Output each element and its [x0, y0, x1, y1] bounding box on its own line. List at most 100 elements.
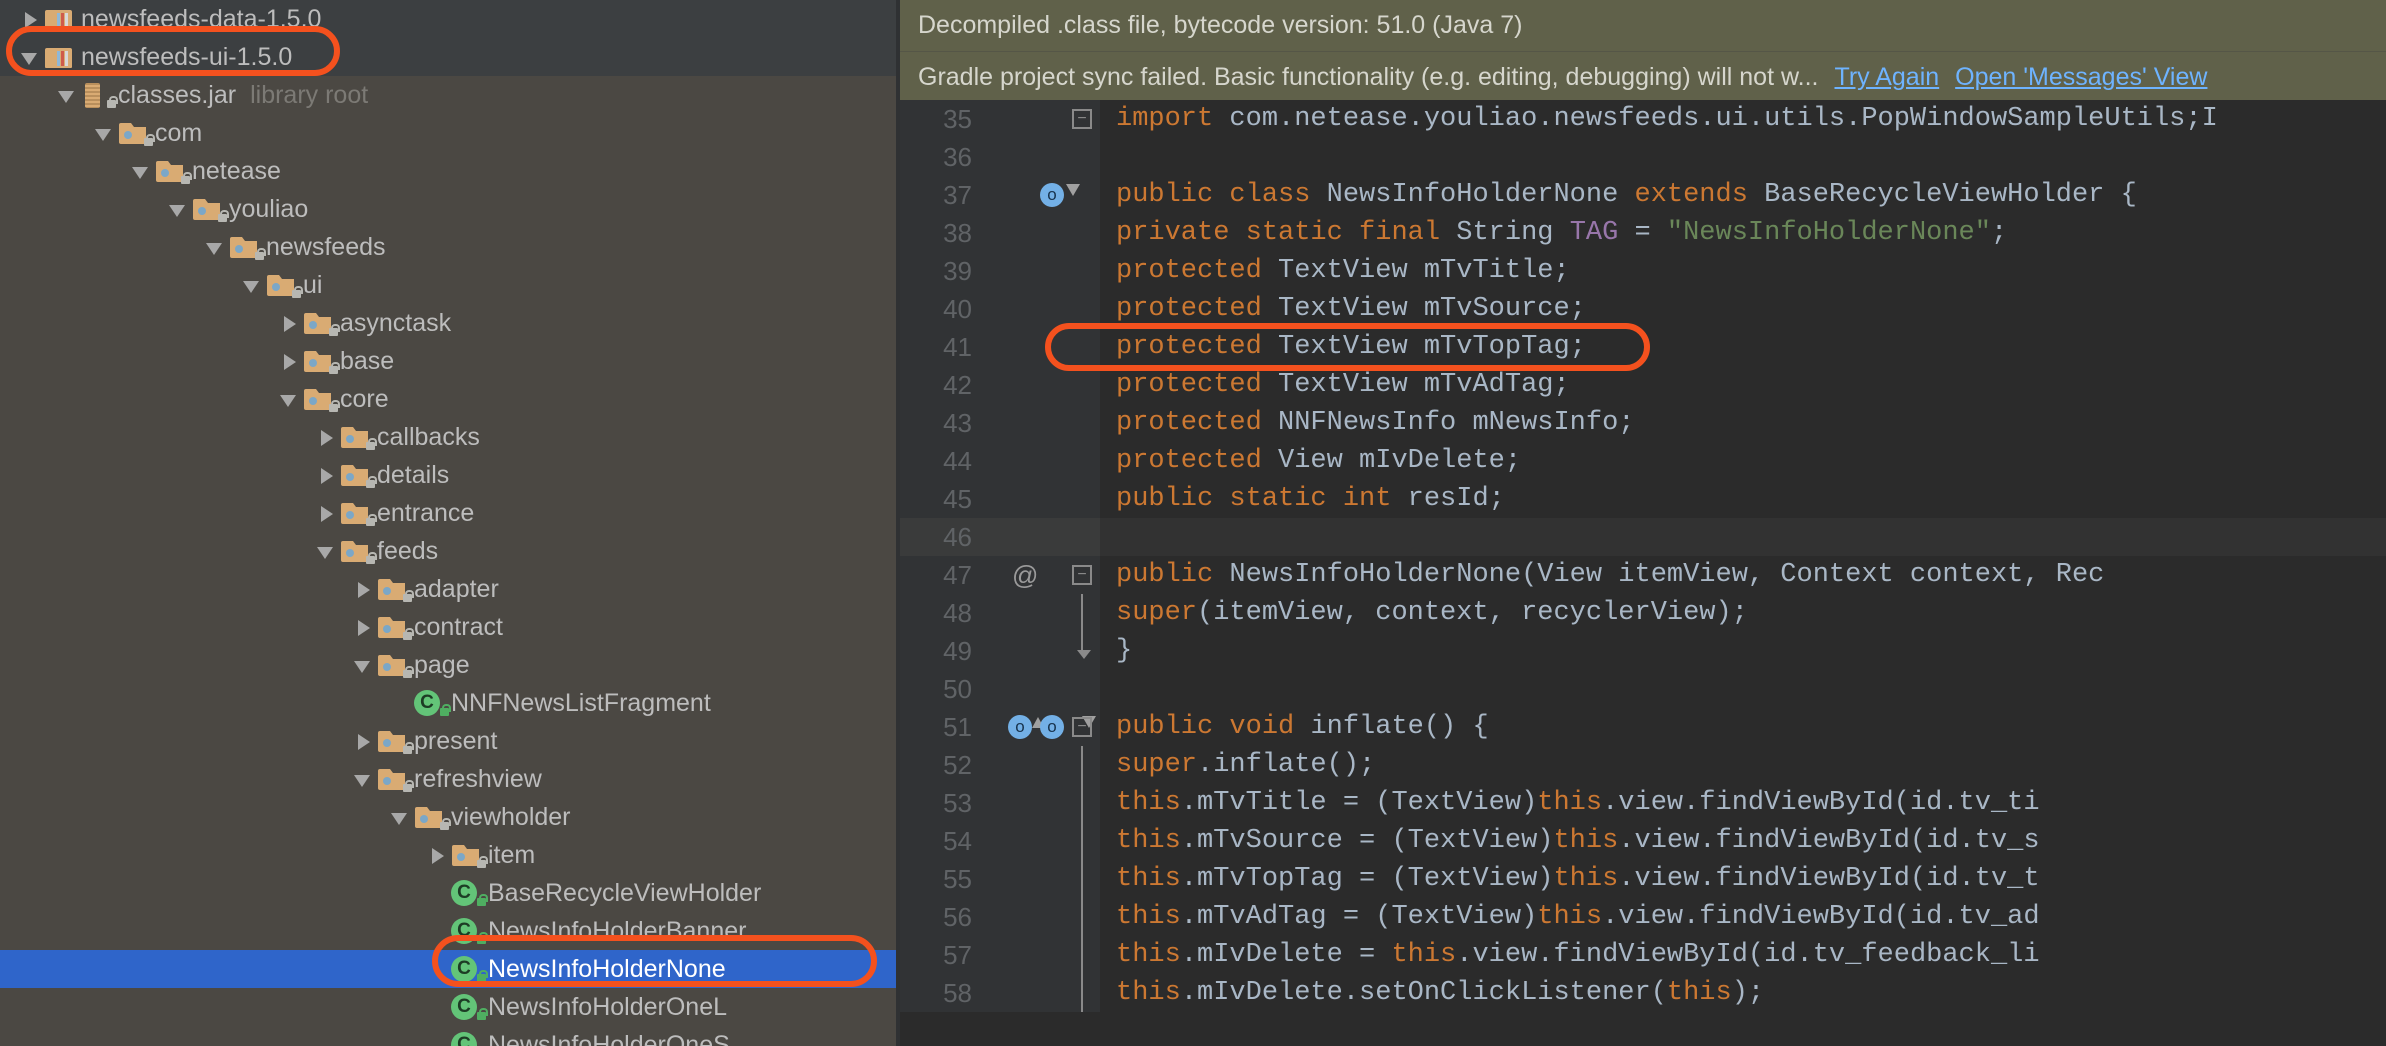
editor-gutter[interactable]: 53: [900, 784, 1100, 822]
fold-collapse-icon[interactable]: −: [1072, 109, 1092, 129]
code-line[interactable]: 55 this.mTvTopTag = (TextView)this.view.…: [900, 860, 2386, 898]
tree-item-adapter[interactable]: adapter: [0, 570, 900, 608]
fold-collapse-icon[interactable]: −: [1072, 717, 1092, 737]
project-tree[interactable]: newsfeeds-data-1.5.0 newsfeeds-ui-1.5.0 cl…: [0, 0, 900, 1046]
tree-item-present[interactable]: present: [0, 722, 900, 760]
editor-gutter[interactable]: 50: [900, 670, 1100, 708]
chevron-right-icon[interactable]: [351, 608, 377, 646]
code-line-text[interactable]: import com.netease.youliao.newsfeeds.ui.…: [1100, 100, 2386, 138]
code-line[interactable]: 35− import com.netease.youliao.newsfeeds.…: [900, 100, 2386, 138]
tree-item-entrance[interactable]: entrance: [0, 494, 900, 532]
chevron-right-icon[interactable]: [425, 836, 451, 874]
code-line[interactable]: 40 protected TextView mTvSource;: [900, 290, 2386, 328]
code-line[interactable]: 57 this.mIvDelete = this.view.findViewBy…: [900, 936, 2386, 974]
open-messages-view-link[interactable]: Open 'Messages' View: [1955, 63, 2207, 92]
editor-gutter[interactable]: 51 o o −: [900, 708, 1100, 746]
code-line[interactable]: 39 protected TextView mTvTitle;: [900, 252, 2386, 290]
editor-gutter[interactable]: 39: [900, 252, 1100, 290]
tree-item-newsfeeds[interactable]: newsfeeds: [0, 228, 900, 266]
tree-item-com[interactable]: com: [0, 114, 900, 152]
editor-panel[interactable]: Decompiled .class file, bytecode version…: [900, 0, 2386, 1046]
code-line-text[interactable]: public void inflate() {: [1100, 708, 2386, 746]
tree-item-ui[interactable]: ui: [0, 266, 900, 304]
code-line[interactable]: 43 protected NNFNewsInfo mNewsInfo;: [900, 404, 2386, 442]
chevron-right-icon[interactable]: [277, 342, 303, 380]
editor-gutter[interactable]: 37 o: [900, 176, 1100, 214]
tree-item-newsinfoholdernone[interactable]: NewsInfoHolderNone: [0, 950, 900, 988]
chevron-right-icon[interactable]: [18, 0, 44, 38]
overrides-icon[interactable]: o: [1008, 715, 1032, 739]
code-line-text[interactable]: public NewsInfoHolderNone(View itemView,…: [1100, 556, 2386, 594]
tree-item-youliao[interactable]: youliao: [0, 190, 900, 228]
editor-gutter[interactable]: 58: [900, 974, 1100, 1012]
editor-gutter[interactable]: 57: [900, 936, 1100, 974]
tree-item-newsinfoholderones[interactable]: NewsInfoHolderOneS: [0, 1026, 900, 1046]
code-line-text[interactable]: protected TextView mTvTopTag;: [1100, 328, 2386, 366]
code-line[interactable]: 38 private static final String TAG = "Ne…: [900, 214, 2386, 252]
code-line-text[interactable]: protected TextView mTvTitle;: [1100, 252, 2386, 290]
chevron-right-icon[interactable]: [351, 722, 377, 760]
code-line-text[interactable]: protected View mIvDelete;: [1100, 442, 2386, 480]
chevron-right-icon[interactable]: [277, 304, 303, 342]
code-line[interactable]: 46: [900, 518, 2386, 556]
tree-item-newsfeeds-data-1-5-0[interactable]: newsfeeds-data-1.5.0: [0, 0, 900, 38]
tree-item-base[interactable]: base: [0, 342, 900, 380]
chevron-right-icon[interactable]: [314, 494, 340, 532]
code-line[interactable]: 54 this.mTvSource = (TextView)this.view.…: [900, 822, 2386, 860]
editor-gutter[interactable]: 42: [900, 366, 1100, 404]
editor-gutter[interactable]: 43: [900, 404, 1100, 442]
editor-gutter[interactable]: 35 −: [900, 100, 1100, 138]
editor-gutter[interactable]: 38: [900, 214, 1100, 252]
code-line[interactable]: 49 }: [900, 632, 2386, 670]
tree-item-netease[interactable]: netease: [0, 152, 900, 190]
code-line-text[interactable]: protected NNFNewsInfo mNewsInfo;: [1100, 404, 2386, 442]
editor-gutter[interactable]: 46: [900, 518, 1100, 556]
code-line[interactable]: 47 @ − public NewsInfoHolderNone(View item…: [900, 556, 2386, 594]
implemented-by-icon[interactable]: o: [1040, 715, 1064, 739]
tree-item-newsfeeds-ui-1-5-0[interactable]: newsfeeds-ui-1.5.0: [0, 38, 900, 76]
tree-item-page[interactable]: page: [0, 646, 900, 684]
code-line[interactable]: 51 o o − public void inflate() {: [900, 708, 2386, 746]
chevron-down-icon[interactable]: [18, 38, 44, 76]
editor-gutter[interactable]: 41: [900, 328, 1100, 366]
chevron-right-icon[interactable]: [314, 456, 340, 494]
editor-gutter[interactable]: 52: [900, 746, 1100, 784]
code-line[interactable]: 58 this.mIvDelete.setOnClickListener(thi…: [900, 974, 2386, 1012]
code-line[interactable]: 44 protected View mIvDelete;: [900, 442, 2386, 480]
code-lines[interactable]: 35− import com.netease.youliao.newsfeeds.…: [900, 100, 2386, 1012]
tree-item-newsinfoholderbanner[interactable]: NewsInfoHolderBanner: [0, 912, 900, 950]
code-line[interactable]: 50: [900, 670, 2386, 708]
chevron-down-icon[interactable]: [351, 646, 377, 684]
chevron-down-icon[interactable]: [388, 798, 414, 836]
code-line-text[interactable]: this.mTvSource = (TextView)this.view.fin…: [1100, 822, 2386, 860]
code-line-text[interactable]: public static int resId;: [1100, 480, 2386, 518]
chevron-down-icon[interactable]: [277, 380, 303, 418]
tree-item-core[interactable]: core: [0, 380, 900, 418]
code-line-text[interactable]: private static final String TAG = "NewsI…: [1100, 214, 2386, 252]
chevron-right-icon[interactable]: [314, 418, 340, 456]
tree-item-feeds[interactable]: feeds: [0, 532, 900, 570]
code-line-text[interactable]: this.mIvDelete = this.view.findViewById(…: [1100, 936, 2386, 974]
editor-gutter[interactable]: 56: [900, 898, 1100, 936]
editor-gutter[interactable]: 40: [900, 290, 1100, 328]
code-line[interactable]: 52 super.inflate();: [900, 746, 2386, 784]
tree-item-baserecycleviewholder[interactable]: BaseRecycleViewHolder: [0, 874, 900, 912]
tree-item-item[interactable]: item: [0, 836, 900, 874]
code-editor[interactable]: 35− import com.netease.youliao.newsfeeds.…: [900, 100, 2386, 1046]
code-line[interactable]: 53 this.mTvTitle = (TextView)this.view.f…: [900, 784, 2386, 822]
code-line-text[interactable]: protected TextView mTvSource;: [1100, 290, 2386, 328]
code-line-text[interactable]: protected TextView mTvAdTag;: [1100, 366, 2386, 404]
chevron-right-icon[interactable]: [351, 570, 377, 608]
editor-gutter[interactable]: 48: [900, 594, 1100, 632]
editor-gutter[interactable]: 49: [900, 632, 1100, 670]
tree-item-classes-jar[interactable]: classes.jar library root: [0, 76, 900, 114]
editor-gutter[interactable]: 45: [900, 480, 1100, 518]
editor-gutter[interactable]: 44: [900, 442, 1100, 480]
tree-item-newsinfoholderonel[interactable]: NewsInfoHolderOneL: [0, 988, 900, 1026]
chevron-down-icon[interactable]: [55, 76, 81, 114]
fold-end-icon[interactable]: [1077, 632, 1091, 659]
tree-item-details[interactable]: details: [0, 456, 900, 494]
code-line[interactable]: 41 protected TextView mTvTopTag;: [900, 328, 2386, 366]
editor-gutter[interactable]: 36: [900, 138, 1100, 176]
code-line[interactable]: 42 protected TextView mTvAdTag;: [900, 366, 2386, 404]
